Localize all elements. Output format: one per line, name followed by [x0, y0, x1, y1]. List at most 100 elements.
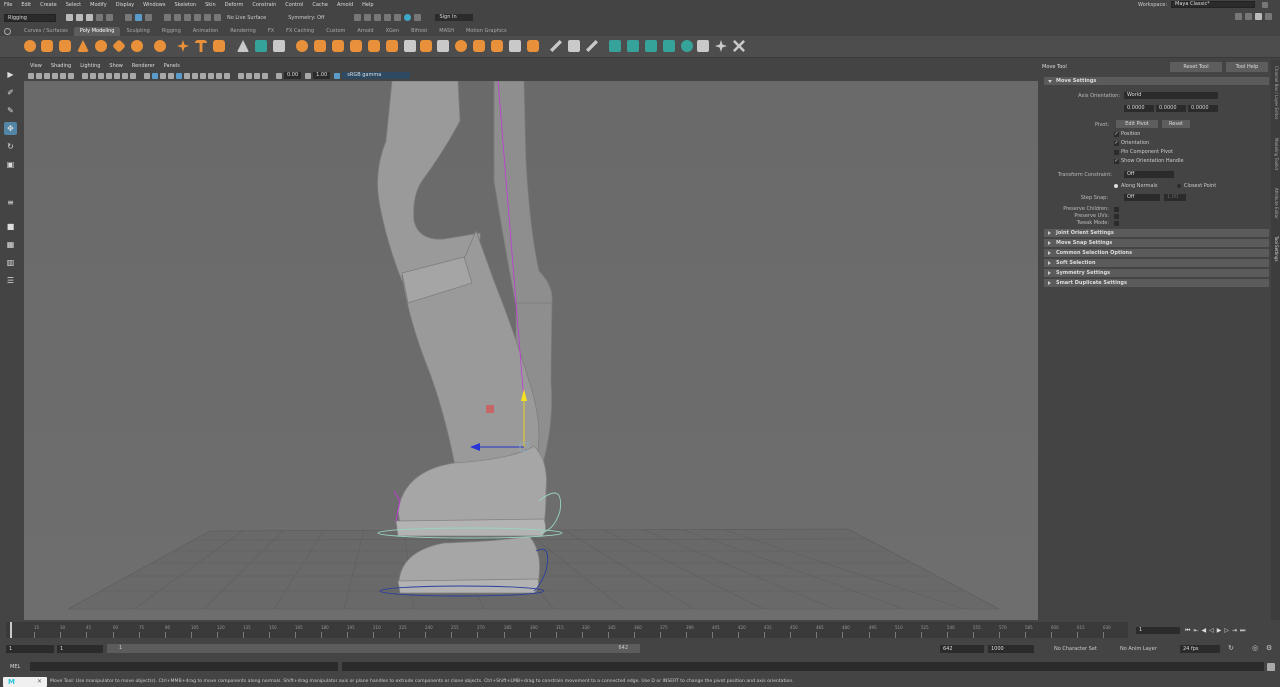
go-to-start-icon[interactable]: ⏮: [1185, 627, 1190, 634]
section-joint-orient-settings[interactable]: Joint Orient Settings: [1044, 229, 1269, 237]
film-gate-icon[interactable]: [90, 72, 96, 79]
mirror-icon[interactable]: [296, 40, 308, 52]
transform-constraint-dropdown[interactable]: Off: [1124, 171, 1174, 178]
persp-outliner-layout-icon[interactable]: ▥: [4, 256, 17, 269]
two-d-pan-zoom-icon[interactable]: [60, 72, 66, 79]
closest-point-radio[interactable]: [1177, 184, 1181, 188]
current-frame-field[interactable]: 1: [1136, 627, 1180, 634]
viewport-menu-renderer[interactable]: Renderer: [132, 63, 155, 69]
viewport-menu-shading[interactable]: Shading: [51, 63, 71, 69]
edit-pivot-button[interactable]: Edit Pivot: [1116, 120, 1158, 128]
tool-settings-toggle-icon[interactable]: [1255, 13, 1262, 20]
select-camera-icon[interactable]: [28, 72, 34, 79]
select-by-component-icon[interactable]: [145, 14, 152, 21]
poly-cylinder-icon[interactable]: [59, 40, 71, 52]
snap-view-plane-icon[interactable]: [194, 14, 201, 21]
connect-icon[interactable]: [527, 40, 539, 52]
svg-tool-icon[interactable]: [213, 40, 225, 52]
step-forward-frame-icon[interactable]: ▷: [1224, 627, 1229, 634]
section-soft-selection[interactable]: Soft Selection: [1044, 259, 1269, 267]
tab-xgen[interactable]: XGen: [380, 27, 406, 36]
poly-cone-icon[interactable]: [77, 40, 89, 52]
history-icon[interactable]: [354, 14, 362, 21]
isolate-select-icon[interactable]: [238, 72, 244, 79]
menu-constrain[interactable]: Constrain: [252, 2, 276, 8]
symmetry-dropdown[interactable]: Symmetry: Off: [288, 15, 324, 21]
grid-icon[interactable]: [82, 72, 88, 79]
viewport-menu-show[interactable]: Show: [109, 63, 123, 69]
along-normals-radio[interactable]: [1114, 184, 1118, 188]
animation-preferences-icon[interactable]: ⚙: [1266, 644, 1272, 652]
unfold-icon[interactable]: [715, 40, 727, 52]
default-material-icon[interactable]: [160, 72, 166, 79]
current-time-indicator[interactable]: [10, 622, 12, 638]
gate-mask-icon[interactable]: [106, 72, 112, 79]
planar-map-icon[interactable]: [627, 40, 639, 52]
menu-create[interactable]: Create: [40, 2, 57, 8]
redo-icon[interactable]: [106, 14, 113, 21]
play-forwards-icon[interactable]: ▶: [1217, 627, 1222, 634]
view-transform-dropdown[interactable]: sRGB gamma: [342, 72, 411, 79]
cylindrical-map-icon[interactable]: [645, 40, 657, 52]
last-tool-icon[interactable]: ≡: [4, 196, 17, 209]
uv-editor-icon[interactable]: [609, 40, 621, 52]
tab-poly-modeling[interactable]: Poly Modeling: [73, 27, 121, 36]
side-tab-tool-settings[interactable]: Tool Settings: [1272, 236, 1279, 261]
side-tab-channel-box[interactable]: Channel Box / Layer Editor: [1272, 66, 1279, 119]
open-scene-icon[interactable]: [76, 14, 83, 21]
tab-arnold[interactable]: Arnold: [351, 27, 379, 36]
snap-point-icon[interactable]: [184, 14, 191, 21]
viewport-menu-lighting[interactable]: Lighting: [80, 63, 100, 69]
go-to-end-icon[interactable]: ⏭: [1240, 627, 1245, 634]
tab-fx[interactable]: FX: [262, 27, 280, 36]
live-surface-label[interactable]: No Live Surface: [227, 15, 266, 21]
side-tab-attribute-editor[interactable]: Attribute Editor: [1272, 188, 1279, 219]
poly-sphere-icon[interactable]: [24, 40, 36, 52]
cut-uv-icon[interactable]: [733, 40, 745, 52]
insert-edge-loop-icon[interactable]: [473, 40, 485, 52]
move-tool-icon[interactable]: ✥: [4, 122, 17, 135]
tab-bifrost[interactable]: Bifrost: [405, 27, 433, 36]
step-forward-key-icon[interactable]: ⇥: [1232, 627, 1237, 634]
script-language-toggle[interactable]: MEL: [4, 663, 28, 671]
snap-vertex-icon[interactable]: [214, 14, 221, 21]
character-set-dropdown[interactable]: No Character Set: [1054, 646, 1097, 652]
menu-deform[interactable]: Deform: [225, 2, 244, 8]
multi-cut-icon[interactable]: [491, 40, 503, 52]
bridge-icon[interactable]: [386, 40, 398, 52]
range-bar[interactable]: 1 642: [107, 644, 640, 653]
separate-icon[interactable]: [255, 40, 267, 52]
tab-motion-graphics[interactable]: Motion Graphics: [460, 27, 513, 36]
workspace-dropdown[interactable]: Maya Classic*: [1171, 1, 1255, 8]
section-move-settings[interactable]: Move Settings: [1044, 77, 1269, 85]
image-plane-icon[interactable]: [52, 72, 58, 79]
ambient-occlusion-icon[interactable]: [200, 72, 206, 79]
close-icon[interactable]: ✕: [37, 678, 42, 685]
menu-modify[interactable]: Modify: [90, 2, 107, 8]
shadows-icon[interactable]: [192, 72, 198, 79]
loop-icon[interactable]: ↻: [1228, 644, 1234, 652]
shelf-settings-icon[interactable]: [4, 28, 11, 35]
perspective-viewport[interactable]: [24, 81, 1038, 620]
soft-select-icon[interactable]: [455, 40, 467, 52]
step-back-frame-icon[interactable]: ◀: [1201, 627, 1206, 634]
safe-action-icon[interactable]: [122, 72, 128, 79]
preserve-children-checkbox[interactable]: [1114, 207, 1119, 212]
tab-fx-caching[interactable]: FX Caching: [280, 27, 320, 36]
channel-box-toggle-icon[interactable]: [1265, 13, 1272, 20]
playback-start-field[interactable]: 1: [57, 645, 103, 653]
lock-icon[interactable]: [1262, 1, 1268, 8]
tab-mash[interactable]: MASH: [433, 27, 460, 36]
xray-icon[interactable]: [246, 72, 252, 79]
exposure-field[interactable]: 0.00: [284, 72, 302, 79]
snap-grid-icon[interactable]: [164, 14, 171, 21]
ipr-render-icon[interactable]: [384, 14, 392, 21]
play-backwards-icon[interactable]: ◁: [1209, 627, 1214, 634]
axis-orientation-dropdown[interactable]: World: [1124, 92, 1218, 99]
outliner-layout-icon[interactable]: ☰: [4, 274, 17, 287]
playback-toggle-icon[interactable]: [414, 14, 422, 21]
viewport-menu-panels[interactable]: Panels: [164, 63, 180, 69]
color-management-icon[interactable]: [334, 72, 341, 79]
step-snap-dropdown[interactable]: Off: [1124, 194, 1160, 201]
save-scene-icon[interactable]: [86, 14, 93, 21]
